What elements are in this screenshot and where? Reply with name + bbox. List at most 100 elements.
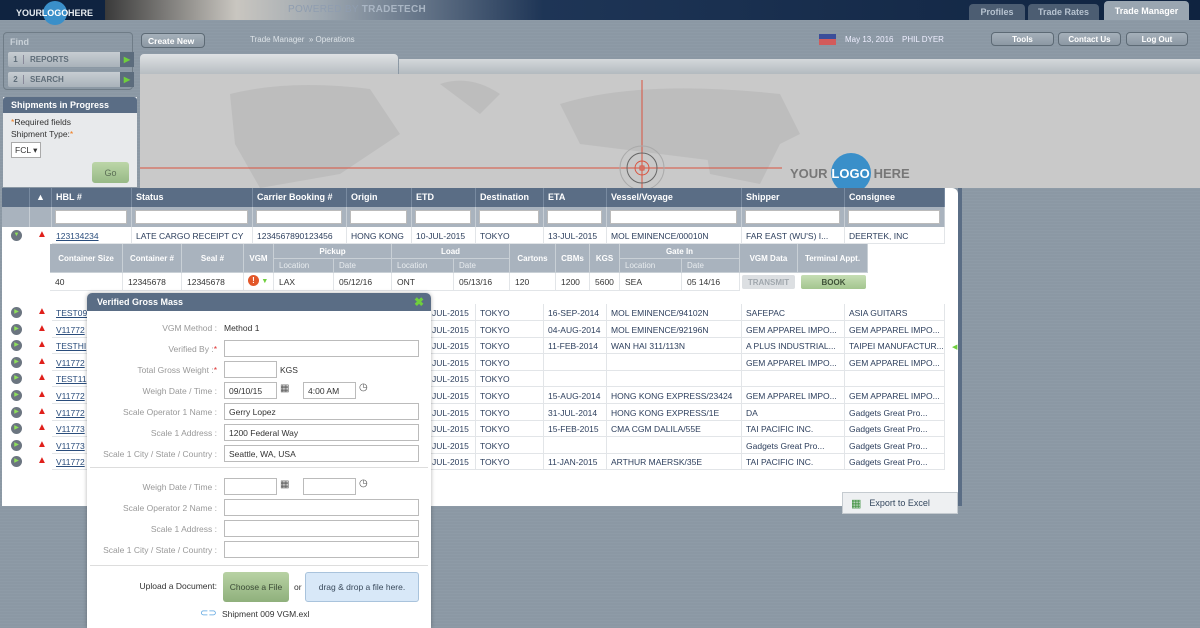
map-logo: YOUR LOGO HERE (790, 153, 910, 193)
create-new-button[interactable]: Create New (141, 33, 205, 48)
sort-arrow-icon[interactable]: ▲ (30, 188, 52, 207)
tab-profiles[interactable]: Profiles (969, 4, 1025, 20)
column-filter-input[interactable] (415, 210, 471, 224)
or-text: or (294, 582, 302, 592)
alert-icon: ▲ (37, 339, 47, 351)
column-header[interactable]: Shipper (742, 188, 845, 207)
clock-icon[interactable]: ◷ (359, 478, 368, 489)
status-cell: LATE CARGO RECEIPT CY (132, 227, 253, 244)
go-button[interactable]: Go (92, 162, 129, 183)
consignee-cell: Gadgets Great Pro... (845, 436, 945, 454)
column-filter-input[interactable] (745, 210, 840, 224)
find-title: Find (10, 37, 29, 47)
tools-button[interactable]: Tools (991, 32, 1054, 46)
hbl-cell[interactable]: 123134234 (52, 227, 132, 244)
clock-icon[interactable]: ◷ (359, 382, 368, 393)
dropdown-arrow-icon[interactable]: ▼ (261, 278, 268, 285)
column-header[interactable]: HBL # (52, 188, 132, 207)
weigh-date-2-input[interactable] (224, 478, 277, 495)
verified-by-input[interactable] (224, 340, 419, 357)
expand-row-icon[interactable]: ▶ (11, 323, 22, 335)
collapse-arrow-icon[interactable]: ◀ (952, 343, 957, 351)
expand-row-icon[interactable]: ▶ (11, 356, 22, 368)
alert-icon: ▲ (37, 372, 47, 384)
export-to-excel-button[interactable]: ▦ Export to Excel (842, 492, 958, 514)
column-filter-input[interactable] (848, 210, 940, 224)
tab-trade-rates[interactable]: Trade Rates (1028, 4, 1099, 20)
column-filter-input[interactable] (479, 210, 539, 224)
operator-2-input[interactable] (224, 499, 419, 516)
search-item[interactable]: 2 SEARCH ▶ (8, 72, 134, 87)
column-filter-input[interactable] (256, 210, 342, 224)
weigh-time-input[interactable]: 4:00 AM (303, 382, 356, 399)
address-1-input[interactable]: 1200 Federal Way (224, 424, 419, 441)
column-filter-input[interactable] (55, 210, 127, 224)
item-label: REPORTS (30, 55, 69, 64)
vgm-method-label: VGM Method : (162, 323, 217, 333)
column-header[interactable]: ETA (544, 188, 607, 207)
column-header[interactable]: ETD (412, 188, 476, 207)
column-filter-input[interactable] (610, 210, 737, 224)
total-weight-label: Total Gross Weight :* (137, 365, 217, 375)
calendar-icon[interactable]: ▦ (280, 383, 289, 394)
book-button[interactable]: BOOK (801, 275, 866, 289)
modal-title: Verified Gross Mass (87, 293, 431, 311)
scrollbar[interactable] (958, 188, 962, 506)
alert-icon: ▲ (37, 355, 47, 367)
logo[interactable]: YOUR LOGO HERE (16, 1, 93, 25)
cbms-cell: 1200 (556, 273, 590, 291)
vgm-warning-icon[interactable]: ! (248, 275, 259, 286)
total-weight-input[interactable] (224, 361, 277, 378)
tab-trade-manager[interactable]: Trade Manager (1104, 1, 1189, 20)
close-icon[interactable]: ✖ (414, 295, 424, 309)
column-filter-input[interactable] (350, 210, 407, 224)
column-header[interactable]: Origin (347, 188, 412, 207)
weigh-date-input[interactable]: 09/10/15 (224, 382, 277, 399)
eta-cell: 31-JUL-2014 (544, 403, 607, 421)
drop-zone[interactable]: drag & drop a file here. (305, 572, 419, 602)
collapse-row-icon[interactable]: ▼ (11, 230, 22, 241)
operator-1-input[interactable]: Gerry Lopez (224, 403, 419, 420)
column-filter-input[interactable] (547, 210, 602, 224)
gate-in-header: Gate In (620, 244, 740, 259)
column-header[interactable]: Status (132, 188, 253, 207)
vgm-method-value: Method 1 (224, 323, 260, 333)
reports-item[interactable]: 1 REPORTS ▶ (8, 52, 134, 67)
calendar-icon[interactable]: ▦ (280, 479, 289, 490)
consignee-cell: GEM APPAREL IMPO... (845, 353, 945, 371)
eta-cell: 11-FEB-2014 (544, 337, 607, 355)
expand-row-icon[interactable]: ▶ (11, 307, 22, 318)
expand-row-icon[interactable]: ▶ (11, 439, 22, 451)
vgm-header: VGM (244, 244, 274, 273)
transmit-button[interactable]: TRANSMIT (742, 275, 795, 289)
weigh-time-2-input[interactable] (303, 478, 356, 495)
attached-file[interactable]: Shipment 009 VGM.exl (222, 609, 309, 619)
column-header[interactable]: Destination (476, 188, 544, 207)
shipment-type-select[interactable]: FCL ▾ (11, 142, 42, 158)
contact-us-button[interactable]: Contact Us (1058, 32, 1121, 46)
expand-row-icon[interactable]: ▶ (11, 406, 22, 418)
column-header[interactable]: Consignee (845, 188, 945, 207)
log-out-button[interactable]: Log Out (1126, 32, 1188, 46)
breadcrumb-trade-manager[interactable]: Trade Manager (250, 35, 304, 44)
choose-file-button[interactable]: Choose a File (223, 572, 289, 602)
city-1-input[interactable]: Seattle, WA, USA (224, 445, 419, 462)
upload-label: Upload a Document: (139, 581, 218, 591)
divider (90, 565, 428, 566)
vgm-cell[interactable]: ! ▼ (244, 273, 274, 291)
column-filter-input[interactable] (135, 210, 248, 224)
eta-cell: 15-AUG-2014 (544, 387, 607, 404)
filter-cell (132, 207, 253, 227)
alert-icon: ▲ (37, 422, 47, 434)
column-header[interactable]: Vessel/Voyage (607, 188, 742, 207)
expand-row-icon[interactable]: ▶ (11, 390, 22, 401)
column-header[interactable]: Carrier Booking # (253, 188, 347, 207)
filter-cell (476, 207, 544, 227)
address-2-label: Scale 1 Address : (150, 524, 217, 534)
city-2-input[interactable] (224, 541, 419, 558)
load-header: Load (392, 244, 510, 259)
address-2-input[interactable] (224, 520, 419, 537)
consignee-cell: Gadgets Great Pro... (845, 420, 945, 438)
eta-cell: 13-JUL-2015 (544, 227, 607, 244)
filter-cell (253, 207, 347, 227)
